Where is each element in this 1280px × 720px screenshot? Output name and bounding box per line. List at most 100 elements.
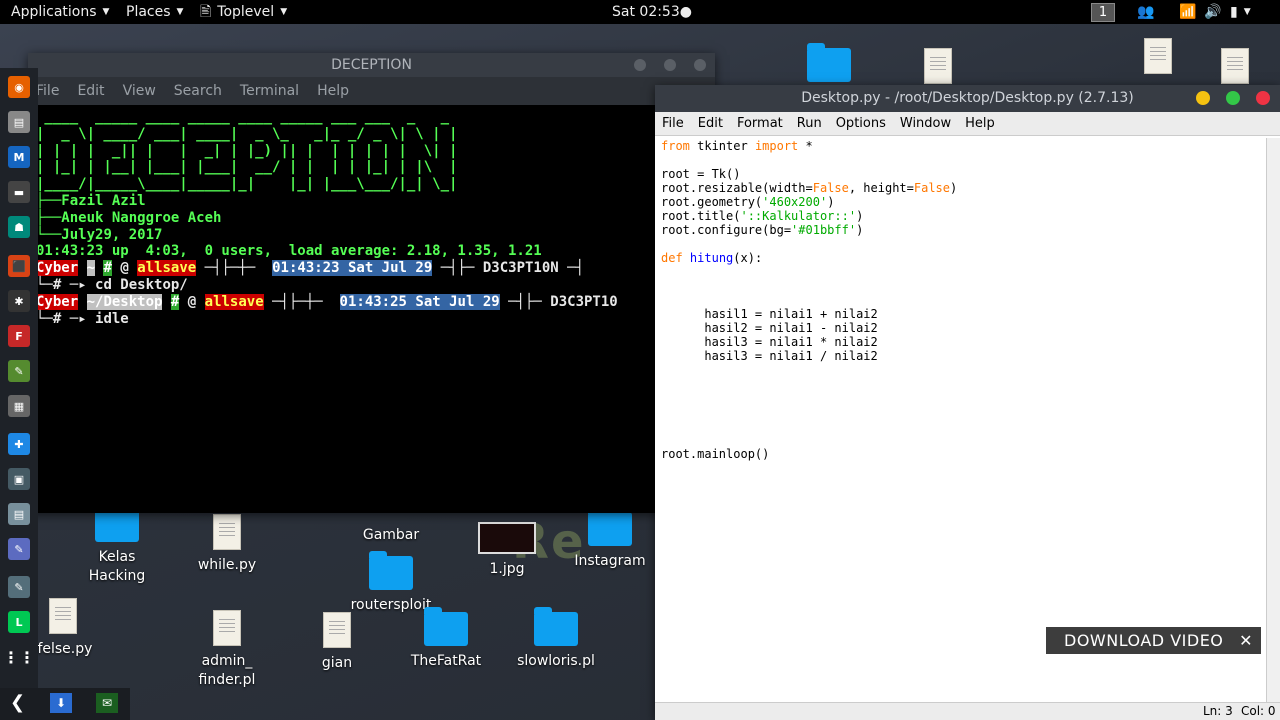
idle-editor-window[interactable]: Desktop.py - /root/Desktop/Desktop.py (2…: [655, 85, 1280, 720]
top-panel: Applications ▼ Places ▼ 🖹 Toplevel ▼ Sat 02:…: [0, 0, 1280, 24]
icon-label: Instagram: [574, 553, 646, 569]
text-editor-icon[interactable]: ▤: [8, 503, 30, 525]
maltego-icon[interactable]: ✱: [8, 290, 30, 312]
desktop-file[interactable]: [893, 48, 983, 90]
icon-label: slowloris.pl: [517, 653, 595, 669]
volume-icon[interactable]: 🔊: [1204, 0, 1221, 24]
desktop-folder-instagram[interactable]: Instagram: [565, 507, 655, 571]
python-icon[interactable]: ✎: [8, 576, 30, 598]
maximize-button[interactable]: [664, 59, 676, 71]
icon-label: gian: [321, 655, 353, 671]
code-editor[interactable]: from tkinter import * root = Tk() root.r…: [655, 138, 1267, 703]
desktop-file-gian[interactable]: gian: [292, 612, 382, 673]
chevron-down-icon: ▼: [280, 7, 288, 17]
folder-icon: [588, 507, 632, 546]
icon-label: while.py: [197, 557, 257, 573]
clock[interactable]: Sat 02:53●: [612, 0, 692, 24]
command-line: └─# ─▸ idle: [36, 310, 129, 327]
chat-icon[interactable]: ✉: [96, 693, 118, 713]
menu-help[interactable]: Help: [965, 116, 995, 131]
battery-icon[interactable]: ▮ ▼: [1230, 0, 1251, 24]
burpsuite-icon[interactable]: ⬛: [8, 255, 30, 277]
file-icon: [1144, 38, 1172, 74]
menu-file[interactable]: File: [36, 83, 59, 99]
menu-view[interactable]: View: [123, 83, 156, 99]
menu-options[interactable]: Options: [836, 116, 886, 131]
close-button[interactable]: [1256, 91, 1270, 105]
desktop-file-while[interactable]: while.py: [182, 514, 272, 575]
toplevel-menu[interactable]: 🖹 Toplevel ▼: [200, 0, 287, 24]
firefox-icon[interactable]: ◉: [8, 76, 30, 98]
idle-icon[interactable]: ✎: [8, 538, 30, 560]
desktop-folder[interactable]: [784, 43, 874, 88]
idle-titlebar[interactable]: Desktop.py - /root/Desktop/Desktop.py (2…: [655, 85, 1280, 112]
desktop-folder-routersploit[interactable]: routersploit: [346, 551, 436, 615]
terminal-window[interactable]: DECEPTION File Edit View Search Terminal…: [28, 53, 715, 513]
desktop-file[interactable]: [1190, 48, 1280, 90]
line-icon[interactable]: L: [8, 611, 30, 633]
desktop-folder-thefatrat[interactable]: TheFatRat: [401, 607, 491, 671]
close-button[interactable]: [694, 59, 706, 71]
vertical-scrollbar[interactable]: [1267, 138, 1280, 703]
menu-window[interactable]: Window: [900, 116, 951, 131]
desktop-folder-slowloris[interactable]: slowloris.pl: [511, 607, 601, 671]
workspace-indicator[interactable]: 1: [1091, 3, 1115, 22]
icon-label: admin_ finder.pl: [198, 653, 256, 688]
command-line: └─# ─▸ cd Desktop/: [36, 276, 188, 293]
status-bar: Ln: 3 Col: 0: [655, 702, 1280, 720]
icon-label: ifelse.py: [33, 641, 93, 657]
metasploit-icon[interactable]: M: [8, 146, 30, 168]
menu-edit[interactable]: Edit: [77, 83, 104, 99]
app-icon: 🖹: [200, 4, 212, 20]
faraday-icon[interactable]: F: [8, 325, 30, 347]
ascii-banner: ____ _____ ____ _____ ____ _____ ___ ___…: [36, 109, 458, 193]
settings-icon[interactable]: ▣: [8, 468, 30, 490]
terminal-menubar: File Edit View Search Terminal Help: [28, 77, 715, 105]
desktop-file-admin-finder[interactable]: admin_ finder.pl: [182, 610, 272, 690]
left-dock: ◉ ▤ M ▬ ☗ ⬛ ✱ F ✎ ▦ ✚ ▣ ▤ ✎ ✎ L ⋮⋮: [0, 68, 38, 720]
armitage-icon[interactable]: ☗: [8, 216, 30, 238]
network-icon[interactable]: ✚: [8, 433, 30, 455]
menu-file[interactable]: File: [662, 116, 684, 131]
desktop-folder-kelas-hacking[interactable]: Kelas Hacking: [72, 503, 162, 586]
menu-terminal[interactable]: Terminal: [240, 83, 299, 99]
folder-icon: [534, 607, 578, 646]
leafpad-icon[interactable]: ✎: [8, 360, 30, 382]
desktop-image-1jpg[interactable]: 1.jpg: [462, 522, 552, 579]
column-number: Col: 0: [1241, 704, 1276, 718]
folder-icon: [95, 503, 139, 542]
terminal-icon[interactable]: ▬: [8, 181, 30, 203]
download-icon[interactable]: ⬇: [50, 693, 72, 713]
desktop-folder-gambar[interactable]: Gambar: [346, 526, 436, 545]
back-icon[interactable]: ❮: [10, 692, 25, 713]
prompt-line: Cyber ~/Desktop # @ allsave ─┤├─┼─ 01:43…: [36, 293, 618, 310]
places-menu[interactable]: Places ▼: [126, 0, 183, 24]
download-video-label: DOWNLOAD VIDEO: [1064, 631, 1224, 650]
download-video-banner[interactable]: DOWNLOAD VIDEO ✕: [1046, 627, 1261, 654]
prompt-line: Cyber ~ # @ allsave ─┤├─┼─ 01:43:23 Sat …: [36, 260, 585, 277]
icon-label: Gambar: [362, 527, 420, 543]
line-number: Ln: 3: [1203, 704, 1233, 718]
toplevel-label: Toplevel: [217, 4, 275, 20]
cherrytree-icon[interactable]: ▦: [8, 395, 30, 417]
minimize-button[interactable]: [634, 59, 646, 71]
minimize-button[interactable]: [1196, 91, 1210, 105]
menu-help[interactable]: Help: [317, 83, 349, 99]
terminal-titlebar[interactable]: DECEPTION: [28, 53, 715, 77]
maximize-button[interactable]: [1226, 91, 1240, 105]
file-icon: [213, 610, 241, 646]
menu-edit[interactable]: Edit: [698, 116, 723, 131]
app-grid-icon[interactable]: ⋮⋮: [3, 646, 35, 668]
menu-search[interactable]: Search: [174, 83, 222, 99]
chevron-down-icon: ▼: [176, 7, 184, 17]
files-icon[interactable]: ▤: [8, 111, 30, 133]
wifi-icon[interactable]: 📶: [1179, 0, 1196, 24]
menu-format[interactable]: Format: [737, 116, 783, 131]
applications-menu[interactable]: Applications ▼: [11, 0, 109, 24]
terminal-output[interactable]: ____ _____ ____ _____ ____ _____ ___ ___…: [28, 105, 715, 513]
users-icon[interactable]: 👥: [1137, 0, 1154, 24]
idle-title: Desktop.py - /root/Desktop/Desktop.py (2…: [801, 90, 1134, 106]
menu-run[interactable]: Run: [797, 116, 822, 131]
close-icon[interactable]: ✕: [1239, 627, 1253, 654]
image-thumbnail-icon: [478, 522, 536, 554]
